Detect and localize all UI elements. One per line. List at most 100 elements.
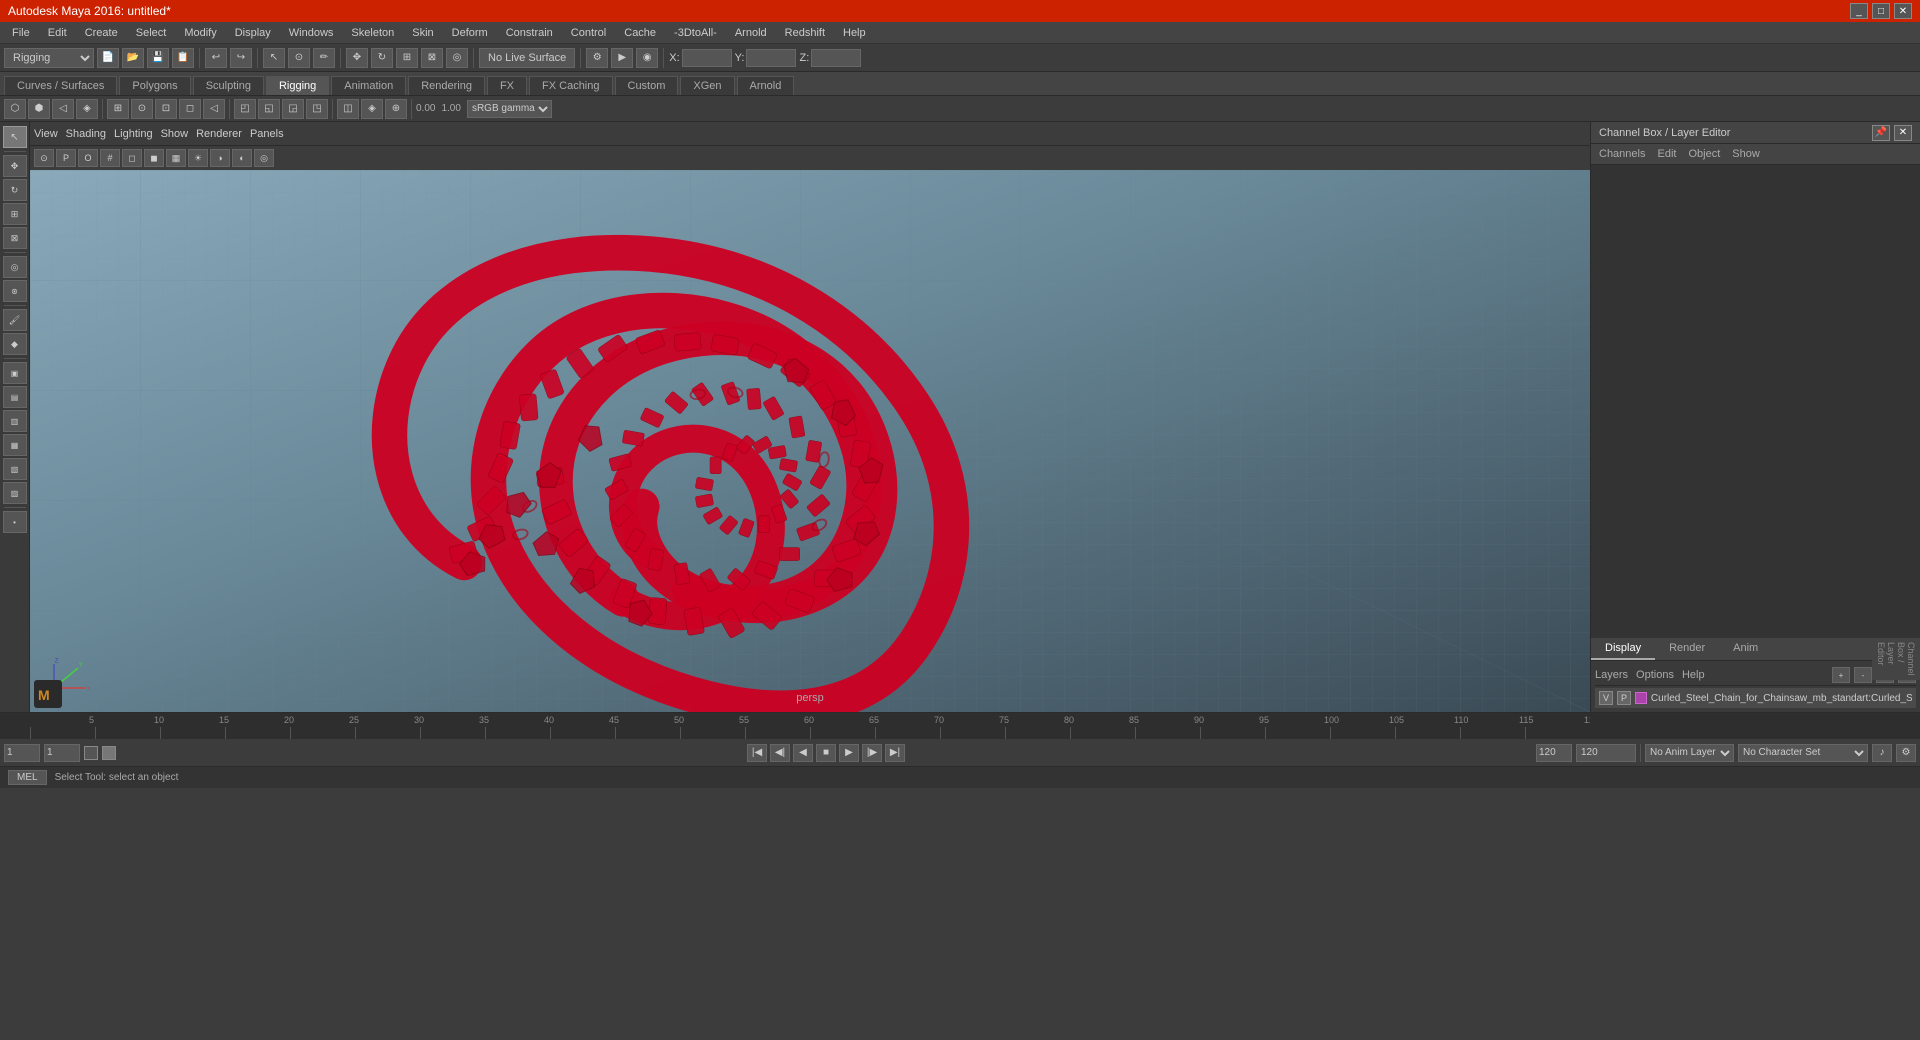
ipr-button[interactable]: ◉ — [636, 48, 658, 68]
tab-edit[interactable]: Edit — [1657, 148, 1676, 160]
panel-pin-btn[interactable]: 📌 — [1872, 125, 1890, 141]
smooth-btn[interactable]: ◱ — [258, 99, 280, 119]
wire-btn[interactable]: ◰ — [234, 99, 256, 119]
settings-btn[interactable]: ⚙ — [1896, 744, 1916, 762]
extra-btn[interactable]: • — [3, 511, 27, 533]
save-as-button[interactable]: 📋 — [172, 48, 194, 68]
persp-btn[interactable]: P — [56, 149, 76, 167]
menu-cache[interactable]: Cache — [616, 25, 664, 41]
current-frame-input[interactable] — [44, 744, 80, 762]
snap-view-btn[interactable]: ◻ — [179, 99, 201, 119]
tab-custom[interactable]: Custom — [615, 76, 679, 95]
shadow-vp-btn[interactable]: ◑ — [210, 149, 230, 167]
tab-animation[interactable]: Animation — [331, 76, 406, 95]
smooth-vp-btn[interactable]: ◼ — [144, 149, 164, 167]
quick-sel-3[interactable]: ▥ — [3, 410, 27, 432]
light-btn[interactable]: ◳ — [306, 99, 328, 119]
x-input[interactable] — [682, 49, 732, 67]
title-bar-controls[interactable]: _ □ ✕ — [1850, 3, 1912, 19]
menu-file[interactable]: File — [4, 25, 38, 41]
end-frame-input[interactable] — [1536, 744, 1572, 762]
ao-vp-btn[interactable]: ◐ — [232, 149, 252, 167]
play-forward-btn[interactable]: ▶ — [839, 744, 859, 762]
scale-button[interactable]: ⊞ — [396, 48, 418, 68]
step-forward-btn[interactable]: |▶ — [862, 744, 882, 762]
select-mode-btn[interactable]: ⬡ — [4, 99, 26, 119]
new-scene-button[interactable]: 📄 — [97, 48, 119, 68]
camera-btn[interactable]: ⊕ — [385, 99, 407, 119]
stop-btn[interactable]: ■ — [816, 744, 836, 762]
texture-vp-btn[interactable]: ▦ — [166, 149, 186, 167]
redo-button[interactable]: ↪ — [230, 48, 252, 68]
rb-tab-anim[interactable]: Anim — [1719, 638, 1772, 660]
frame-color-btn[interactable] — [84, 746, 98, 760]
play-back-btn[interactable]: ◀ — [793, 744, 813, 762]
texture-btn[interactable]: ◲ — [282, 99, 304, 119]
step-back-to-start-btn[interactable]: |◀ — [747, 744, 767, 762]
menu-skin[interactable]: Skin — [404, 25, 441, 41]
char-set-select[interactable]: No Character Set — [1738, 744, 1868, 762]
snap-normal-btn[interactable]: ◁ — [203, 99, 225, 119]
viewport[interactable]: View Shading Lighting Show Renderer Pane… — [30, 122, 1590, 712]
tab-rendering[interactable]: Rendering — [408, 76, 485, 95]
rotate-button[interactable]: ↻ — [371, 48, 393, 68]
quick-sel-1[interactable]: ▣ — [3, 362, 27, 384]
symmetry-btn[interactable]: ◫ — [337, 99, 359, 119]
rotate-tool-btn[interactable]: ↻ — [3, 179, 27, 201]
snap-grid-btn[interactable]: ⊞ — [107, 99, 129, 119]
select-button[interactable]: ↖ — [263, 48, 285, 68]
panel-close-btn[interactable]: ✕ — [1894, 125, 1912, 141]
start-frame-input[interactable] — [4, 744, 40, 762]
menu-edit[interactable]: Edit — [40, 25, 75, 41]
snap-point-btn[interactable]: ⊡ — [155, 99, 177, 119]
render-settings-button[interactable]: ⚙ — [586, 48, 608, 68]
tab-fx[interactable]: FX — [487, 76, 527, 95]
menu-help[interactable]: Help — [835, 25, 874, 41]
gamma-select[interactable]: sRGB gamma — [467, 100, 552, 118]
grid-btn[interactable]: # — [100, 149, 120, 167]
menu-windows[interactable]: Windows — [281, 25, 342, 41]
timeline-ruler[interactable]: 1510152025303540455055606570758085909510… — [0, 713, 1920, 739]
soft-mod-button[interactable]: ◎ — [446, 48, 468, 68]
menu-display[interactable]: Display — [227, 25, 279, 41]
xray-btn[interactable]: ◈ — [361, 99, 383, 119]
menu-skeleton[interactable]: Skeleton — [343, 25, 402, 41]
minimize-button[interactable]: _ — [1850, 3, 1868, 19]
paint-select-button[interactable]: ✏ — [313, 48, 335, 68]
wire-vp-btn[interactable]: ◻ — [122, 149, 142, 167]
sculpt-btn[interactable]: ◆ — [3, 333, 27, 355]
tab-sculpting[interactable]: Sculpting — [193, 76, 264, 95]
light-vp-btn[interactable]: ☀ — [188, 149, 208, 167]
tab-xgen[interactable]: XGen — [680, 76, 734, 95]
menu-arnold[interactable]: Arnold — [727, 25, 775, 41]
universal-button[interactable]: ⊠ — [421, 48, 443, 68]
y-input[interactable] — [746, 49, 796, 67]
save-scene-button[interactable]: 💾 — [147, 48, 169, 68]
layer-visible-btn[interactable]: V — [1599, 691, 1613, 705]
menu-control[interactable]: Control — [563, 25, 614, 41]
dof-vp-btn[interactable]: ◎ — [254, 149, 274, 167]
object-btn[interactable]: ◁ — [52, 99, 74, 119]
tab-show[interactable]: Show — [1732, 148, 1760, 160]
universal-manip-btn[interactable]: ⊠ — [3, 227, 27, 249]
vp-menu-show[interactable]: Show — [161, 128, 189, 140]
menu-create[interactable]: Create — [77, 25, 126, 41]
scale-tool-btn[interactable]: ⊞ — [3, 203, 27, 225]
menu-select[interactable]: Select — [128, 25, 175, 41]
move-button[interactable]: ✥ — [346, 48, 368, 68]
quick-sel-2[interactable]: ▤ — [3, 386, 27, 408]
layer-create-btn[interactable]: + — [1832, 667, 1850, 683]
sound-btn[interactable]: ♪ — [1872, 744, 1892, 762]
hierarchy-btn[interactable]: ⬢ — [28, 99, 50, 119]
step-to-end-btn[interactable]: ▶| — [885, 744, 905, 762]
timeline-bar[interactable]: 1510152025303540455055606570758085909510… — [0, 712, 1920, 738]
tab-curves-surfaces[interactable]: Curves / Surfaces — [4, 76, 117, 95]
cam-btn[interactable]: ⊙ — [34, 149, 54, 167]
soft-select-btn[interactable]: ◎ — [3, 256, 27, 278]
snap-curve-btn[interactable]: ⊙ — [131, 99, 153, 119]
tab-polygons[interactable]: Polygons — [119, 76, 190, 95]
render-frame-button[interactable]: ▶ — [611, 48, 633, 68]
menu-constrain[interactable]: Constrain — [498, 25, 561, 41]
layer-delete-btn[interactable]: - — [1854, 667, 1872, 683]
menu-deform[interactable]: Deform — [444, 25, 496, 41]
